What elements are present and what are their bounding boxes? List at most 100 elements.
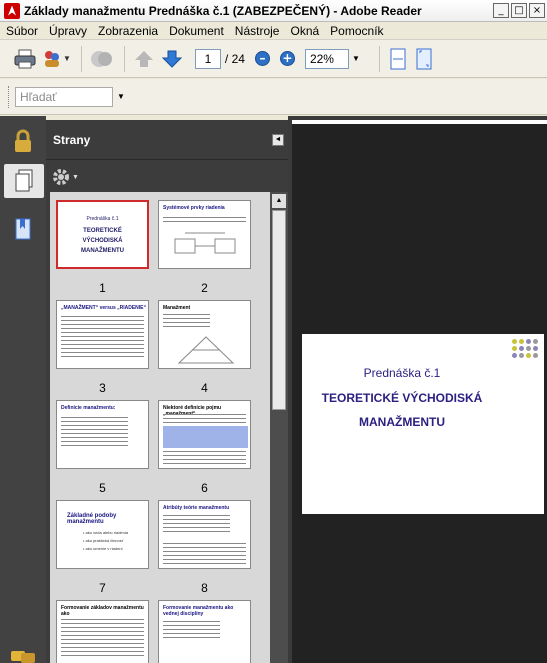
menu-document[interactable]: Dokument bbox=[169, 24, 224, 38]
bullet-text: ako veda alebo riadenia bbox=[85, 530, 128, 535]
page-thumbnail-3[interactable]: „MANAŽMENT“ versus „RIADENIE“ bbox=[56, 300, 149, 369]
page-thumbnail-2[interactable]: Systémové prvky riadenia bbox=[158, 200, 251, 269]
collapse-panel-button[interactable]: ◄ bbox=[272, 134, 284, 146]
page-number-label: 4 bbox=[201, 381, 208, 395]
arrow-up-icon bbox=[134, 50, 153, 67]
menu-view[interactable]: Zobrazenia bbox=[98, 24, 158, 38]
menu-tools[interactable]: Nástroje bbox=[235, 24, 280, 38]
toolbar-grip bbox=[8, 85, 11, 108]
navigation-pane-strip bbox=[0, 116, 46, 663]
window-title: Základy manažmentu Prednáška č.1 (ZABEZP… bbox=[24, 3, 422, 18]
page-thumbnail-5[interactable]: Definície manažmentu: bbox=[56, 400, 149, 469]
maximize-button[interactable]: □ bbox=[511, 3, 527, 18]
main-toolbar: ▼ 1 / 24 – + 22% ▼ bbox=[0, 40, 547, 78]
page-number-label: 2 bbox=[201, 281, 208, 295]
page-number-label: 3 bbox=[99, 381, 106, 395]
arrow-down-icon bbox=[161, 50, 183, 68]
lecture-title-line-1: TEORETICKÉ VÝCHODISKÁ bbox=[321, 391, 483, 405]
decorative-dots bbox=[512, 339, 538, 358]
pages-button[interactable] bbox=[4, 164, 44, 198]
zoom-in-button[interactable]: + bbox=[279, 51, 295, 66]
adobe-reader-window: Základy manažmentu Prednáška č.1 (ZABEZP… bbox=[0, 0, 547, 663]
thumbnail-list: Prednáška č.1 TEORETICKÉ VÝCHODISKÁ MANA… bbox=[50, 192, 271, 663]
fit-page-icon bbox=[416, 48, 432, 69]
bookmarks-button[interactable] bbox=[6, 212, 40, 246]
page-thumbnail-7[interactable]: Základné podoby manažmentu • ako veda al… bbox=[56, 500, 149, 569]
thumb-title: Manažment bbox=[163, 305, 191, 311]
bookmark-icon bbox=[15, 218, 31, 240]
page-number-input[interactable]: 1 bbox=[194, 48, 221, 69]
pyramid-thumbnail bbox=[177, 336, 235, 364]
minimize-button[interactable]: _ bbox=[493, 3, 509, 18]
chevron-down-icon[interactable]: ▼ bbox=[117, 92, 125, 101]
document-viewer: Prednáška č.1 TEORETICKÉ VÝCHODISKÁ MANA… bbox=[288, 116, 547, 663]
chevron-down-icon: ▼ bbox=[63, 54, 71, 63]
previous-page-edge bbox=[292, 120, 547, 124]
close-button[interactable]: × bbox=[529, 3, 545, 18]
page-total: / 24 bbox=[224, 51, 245, 66]
page-thumbnail-4[interactable]: Manažment bbox=[158, 300, 251, 369]
thumb-bullets: • ako veda alebo riadenia • ako praktick… bbox=[83, 530, 128, 551]
print-button[interactable] bbox=[14, 49, 36, 69]
page-thumbnail-6[interactable]: Niektoré definície pojmu „manažment“ bbox=[158, 400, 251, 469]
zoom-level-input[interactable]: 22% bbox=[304, 48, 349, 69]
highlight-block bbox=[163, 426, 248, 448]
diagram-thumbnail bbox=[174, 232, 236, 254]
thumbnail-scrollbar[interactable]: ▲ bbox=[270, 192, 288, 663]
page-thumbnail-1[interactable]: Prednáška č.1 TEORETICKÉ VÝCHODISKÁ MANA… bbox=[56, 200, 149, 269]
next-page-button[interactable] bbox=[161, 49, 183, 69]
thumb-title: „MANAŽMENT“ versus „RIADENIE“ bbox=[61, 305, 147, 311]
pages-panel-header: Strany ◄ bbox=[46, 120, 288, 160]
people-icon bbox=[45, 50, 59, 67]
thumb-title: Systémové prvky riadenia bbox=[163, 205, 225, 211]
pages-panel: Strany ◄ ▼ Prednáška č.1 TEORETICKÉ VÝCH… bbox=[46, 120, 288, 663]
chevron-down-icon: ▼ bbox=[351, 54, 360, 63]
page-thumbnail-10[interactable]: Formovanie manažmentu ako vednej discipl… bbox=[158, 600, 251, 663]
thumb-title: Formovanie základov manažmentu ako bbox=[61, 605, 144, 617]
menu-help[interactable]: Pomocník bbox=[330, 24, 383, 38]
menu-window[interactable]: Okná bbox=[290, 24, 319, 38]
lock-icon bbox=[15, 129, 31, 152]
prev-page-button[interactable] bbox=[133, 49, 155, 69]
bullet-text: ako praktická činnosť bbox=[85, 538, 124, 543]
menu-file[interactable]: Súbor bbox=[6, 24, 38, 38]
adobe-reader-icon bbox=[4, 2, 20, 19]
thumb-title: Atribúty teórie manažmentu bbox=[163, 505, 230, 511]
thumb-subtitle: Prednáška č.1 bbox=[86, 216, 119, 222]
lecture-title-line-2: MANAŽMENTU bbox=[359, 415, 445, 429]
toolbar-separator bbox=[378, 45, 380, 72]
menu-edit[interactable]: Úpravy bbox=[49, 24, 87, 38]
gear-icon bbox=[53, 169, 69, 185]
find-toolbar: Hľadať ▼ bbox=[0, 79, 547, 115]
page-thumbnail-9[interactable]: Formovanie základov manažmentu ako bbox=[56, 600, 149, 663]
comments-icon[interactable] bbox=[10, 650, 38, 663]
page-number-label: 1 bbox=[99, 281, 106, 295]
title-bar: Základy manažmentu Prednáška č.1 (ZABEZP… bbox=[0, 0, 547, 22]
document-page-1[interactable]: Prednáška č.1 TEORETICKÉ VÝCHODISKÁ MANA… bbox=[302, 334, 544, 514]
page-number-label: 6 bbox=[201, 481, 208, 495]
page-number-label: 5 bbox=[99, 481, 106, 495]
scrollbar-thumb[interactable] bbox=[272, 210, 286, 410]
search-input[interactable]: Hľadať bbox=[15, 86, 113, 107]
window-controls: _ □ × bbox=[493, 3, 545, 18]
fit-width-icon bbox=[390, 48, 406, 69]
chevron-down-icon: ▼ bbox=[72, 173, 79, 181]
menu-bar: Súbor Úpravy Zobrazenia Dokument Nástroj… bbox=[0, 22, 547, 40]
zoom-out-button[interactable]: – bbox=[254, 51, 270, 66]
printer-icon bbox=[14, 49, 36, 68]
collaborate-button[interactable]: ▼ bbox=[42, 49, 71, 69]
fit-width-button[interactable] bbox=[388, 48, 408, 70]
bullet-text: ako umenie v riadení bbox=[85, 546, 123, 551]
share-button[interactable] bbox=[90, 49, 114, 69]
page-thumbnail-8[interactable]: Atribúty teórie manažmentu bbox=[158, 500, 251, 569]
security-button[interactable] bbox=[6, 124, 40, 158]
toolbar-separator bbox=[80, 45, 82, 72]
zoom-dropdown-button[interactable]: ▼ bbox=[349, 49, 363, 69]
thumb-title: TEORETICKÉ VÝCHODISKÁ MANAŽMENTU bbox=[81, 228, 124, 254]
document-canvas[interactable]: Prednáška č.1 TEORETICKÉ VÝCHODISKÁ MANA… bbox=[292, 120, 547, 663]
options-menu-button[interactable]: ▼ bbox=[52, 168, 79, 186]
page-number-label: 8 bbox=[201, 581, 208, 595]
scroll-up-button[interactable]: ▲ bbox=[272, 194, 286, 208]
thumb-title: Definície manažmentu: bbox=[61, 405, 116, 411]
fit-page-button[interactable] bbox=[414, 48, 434, 70]
